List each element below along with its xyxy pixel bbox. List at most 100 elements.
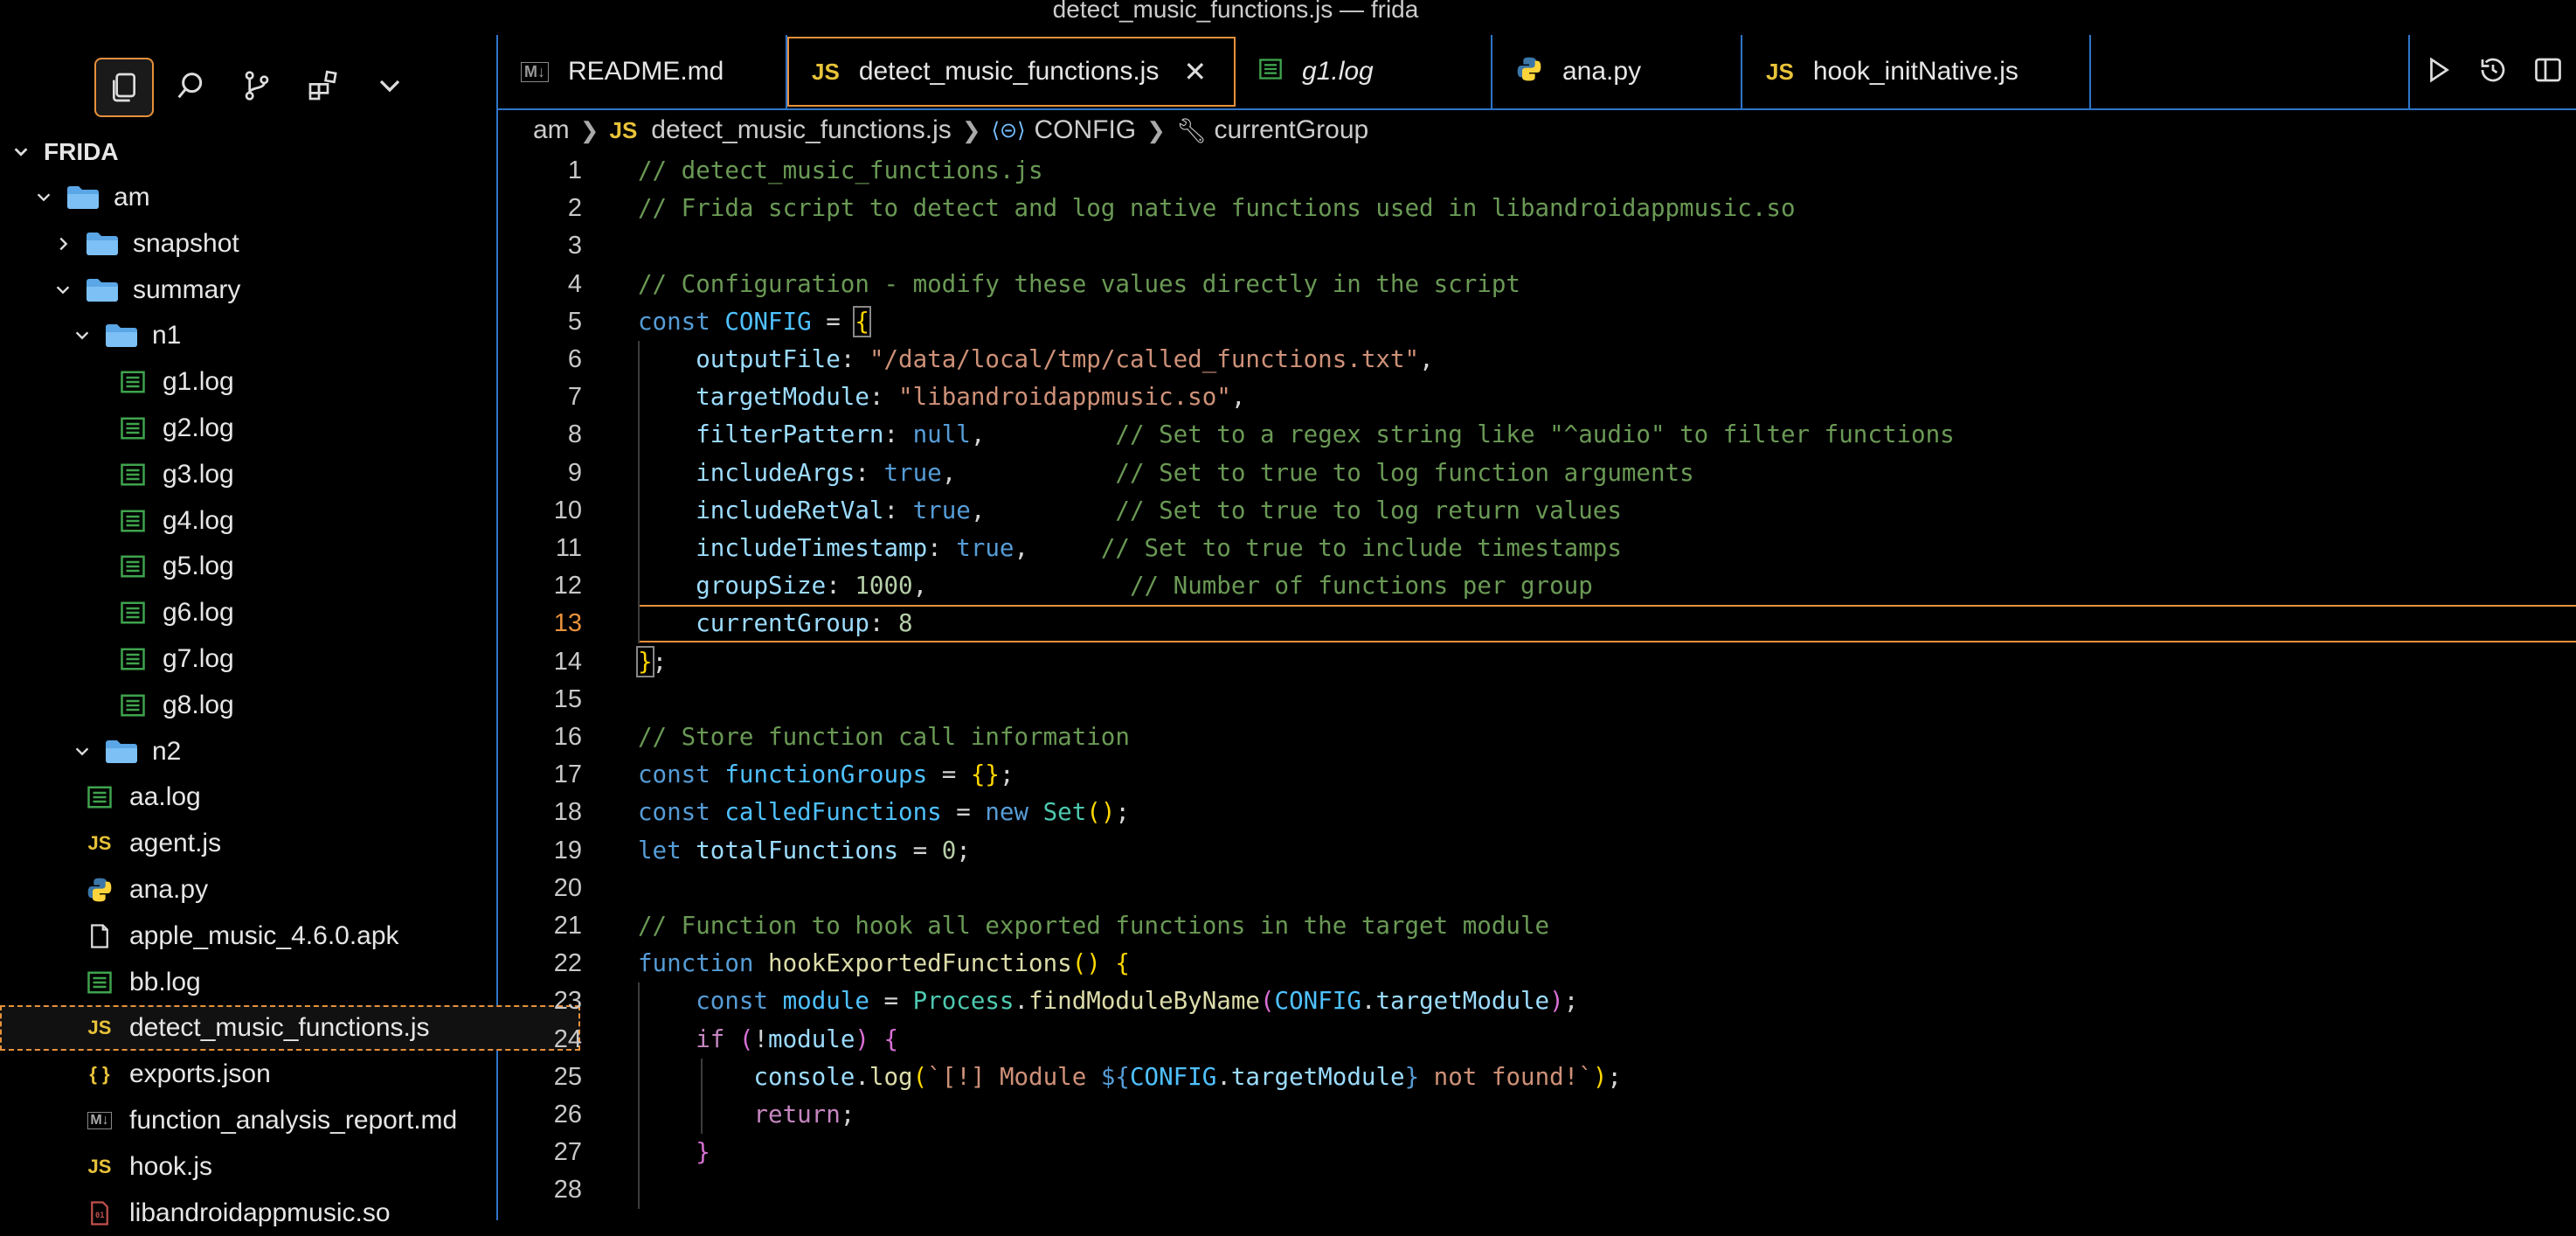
code-line[interactable]: 23 const module = Process.findModuleByNa… <box>498 983 2576 1020</box>
tree-folder-summary[interactable]: summary <box>0 267 547 313</box>
tree-file[interactable]: ana.py <box>0 867 580 913</box>
tree-item-label: am <box>114 183 150 212</box>
tree-file[interactable]: JS hook.js <box>0 1144 580 1190</box>
tree-item-label: aa.log <box>129 782 201 812</box>
tree-file[interactable]: 01 libandroidappmusic.so <box>0 1191 580 1236</box>
log-file-icon <box>119 552 147 580</box>
code-text: const CONFIG = { <box>638 306 871 337</box>
code-editor[interactable]: 1 // detect_music_functions.js 2 // Frida s… <box>498 152 2576 1220</box>
editor-area: M↓ README.md JS detect_music_functions.js ✕ g… <box>498 35 2576 1220</box>
code-line[interactable]: 7 targetModule: "libandroidappmusic.so", <box>498 378 2576 416</box>
variable-icon: ⟨⊝⟩ <box>991 118 1026 142</box>
tree-folder-n2[interactable]: n2 <box>0 729 566 774</box>
code-line[interactable]: 10 includeRetVal: true, // Set to true t… <box>498 492 2576 530</box>
tab-g1-log[interactable]: g1.log <box>1236 35 1492 108</box>
log-file-icon <box>119 691 147 719</box>
js-file-icon: JS <box>609 116 638 143</box>
folder-icon <box>105 323 152 348</box>
tree-file[interactable]: apple_music_4.6.0.apk <box>0 913 580 959</box>
tree-item-label: g1.log <box>163 367 234 397</box>
code-text: // Function to hook all exported functio… <box>638 912 1550 940</box>
line-number: 27 <box>553 1138 582 1166</box>
code-line[interactable]: 11 includeTimestamp: true, // Set to tru… <box>498 530 2576 567</box>
breadcrumb-folder[interactable]: am <box>533 115 570 145</box>
tree-item-label: g5.log <box>163 552 234 581</box>
chevron-down-icon[interactable] <box>362 58 418 114</box>
code-line[interactable]: 1 // detect_music_functions.js <box>498 152 2576 190</box>
line-number: 26 <box>553 1101 582 1128</box>
code-line[interactable]: 3 <box>498 227 2576 265</box>
code-line[interactable]: 18 const calledFunctions = new Set(); <box>498 794 2576 831</box>
code-line[interactable]: 2 // Frida script to detect and log nativ… <box>498 190 2576 227</box>
tree-file[interactable]: M↓ function_analysis_report.md <box>0 1098 580 1143</box>
code-line[interactable]: 15 <box>498 681 2576 719</box>
tab-bar: M↓ README.md JS detect_music_functions.js ✕ g… <box>498 35 2576 110</box>
tree-file[interactable]: aa.log <box>0 774 580 820</box>
code-line[interactable]: 24 if (!module) { <box>498 1021 2576 1059</box>
code-line[interactable]: 20 <box>498 870 2576 907</box>
tab-readme-md[interactable]: M↓ README.md <box>498 35 787 108</box>
line-number: 2 <box>567 194 582 222</box>
tree-folder-n1[interactable]: n1 <box>0 313 566 358</box>
code-line[interactable]: 25 console.log(`[!] Module ${CONFIG.targ… <box>498 1059 2576 1096</box>
line-number: 13 <box>553 609 582 637</box>
json-file-icon: { } <box>89 1063 110 1086</box>
extensions-icon[interactable] <box>295 58 351 114</box>
code-line[interactable]: 8 filterPattern: null, // Set to a regex… <box>498 416 2576 454</box>
folder-icon <box>105 740 152 764</box>
code-line[interactable]: 17 const functionGroups = {}; <box>498 756 2576 794</box>
breadcrumb-symbol-config[interactable]: CONFIG <box>1034 115 1136 145</box>
tree-folder-am[interactable]: am <box>0 175 528 220</box>
log-file-icon <box>86 783 114 811</box>
code-text: let totalFunctions = 0; <box>638 837 971 865</box>
code-line[interactable]: 22 function hookExportedFunctions() { <box>498 945 2576 983</box>
line-number: 15 <box>553 685 582 713</box>
explorer-root[interactable]: FRIDA <box>0 129 505 175</box>
code-line[interactable]: 19 let totalFunctions = 0; <box>498 832 2576 870</box>
line-number: 7 <box>567 383 582 411</box>
files-icon[interactable] <box>94 58 154 117</box>
code-line[interactable]: 21 // Function to hook all exported funct… <box>498 907 2576 945</box>
code-line[interactable]: 14}; <box>498 643 2576 681</box>
breadcrumb-file[interactable]: detect_music_functions.js <box>651 115 952 145</box>
tab-label: ana.py <box>1562 57 1642 86</box>
code-text: targetModule: "libandroidappmusic.so", <box>696 383 1246 411</box>
code-line[interactable]: 9 includeArgs: true, // Set to true to l… <box>498 455 2576 492</box>
code-line[interactable]: 5 const CONFIG = { <box>498 303 2576 341</box>
run-icon[interactable] <box>2422 54 2454 90</box>
code-text: const calledFunctions = new Set(); <box>638 798 1130 826</box>
code-text: // Frida script to detect and log native… <box>638 194 1796 222</box>
line-number: 18 <box>553 798 582 826</box>
python-file-icon <box>1515 55 1543 89</box>
code-line[interactable]: 27 } <box>498 1134 2576 1171</box>
tab-detect-music-functions-js[interactable]: JS detect_music_functions.js ✕ <box>787 37 1236 107</box>
source-control-icon[interactable] <box>229 58 285 114</box>
wrench-icon: 🔧︎ <box>1175 116 1208 144</box>
breadcrumb-symbol-currentgroup[interactable]: currentGroup <box>1214 115 1368 145</box>
tree-file[interactable]: { } exports.json <box>0 1052 580 1097</box>
tree-folder-snapshot[interactable]: snapshot <box>0 221 547 267</box>
tab-ana-py[interactable]: ana.py <box>1492 35 1742 108</box>
code-line[interactable]: 4 // Configuration - modify these values … <box>498 266 2576 303</box>
line-number: 21 <box>553 912 582 940</box>
tab-hook-initnative-js[interactable]: JS hook_initNative.js <box>1743 35 2091 108</box>
history-icon[interactable] <box>2477 54 2509 90</box>
code-line[interactable]: 6 outputFile: "/data/local/tmp/called_fu… <box>498 341 2576 378</box>
split-editor-icon[interactable] <box>2532 54 2564 90</box>
folder-icon <box>86 232 133 256</box>
code-line[interactable]: 28 <box>498 1171 2576 1209</box>
code-text: console.log(`[!] Module ${CONFIG.targetM… <box>753 1063 1622 1091</box>
close-icon[interactable]: ✕ <box>1183 55 1207 88</box>
tree-item-label: detect_music_functions.js <box>129 1013 430 1043</box>
code-line[interactable]: 26 return; <box>498 1096 2576 1134</box>
tree-file[interactable]: JS detect_music_functions.js <box>0 1005 580 1052</box>
search-icon[interactable] <box>163 58 218 114</box>
code-text: groupSize: 1000, // Number of functions … <box>696 572 1593 600</box>
tree-file[interactable]: JS agent.js <box>0 821 580 866</box>
markdown-file-icon: M↓ <box>521 61 549 82</box>
line-number: 9 <box>567 459 582 487</box>
code-line[interactable]: 16 // Store function call information <box>498 719 2576 756</box>
tree-file[interactable]: bb.log <box>0 960 580 1005</box>
code-text: // Configuration - modify these values d… <box>638 270 1520 298</box>
code-line[interactable]: 12 groupSize: 1000, // Number of functio… <box>498 567 2576 605</box>
